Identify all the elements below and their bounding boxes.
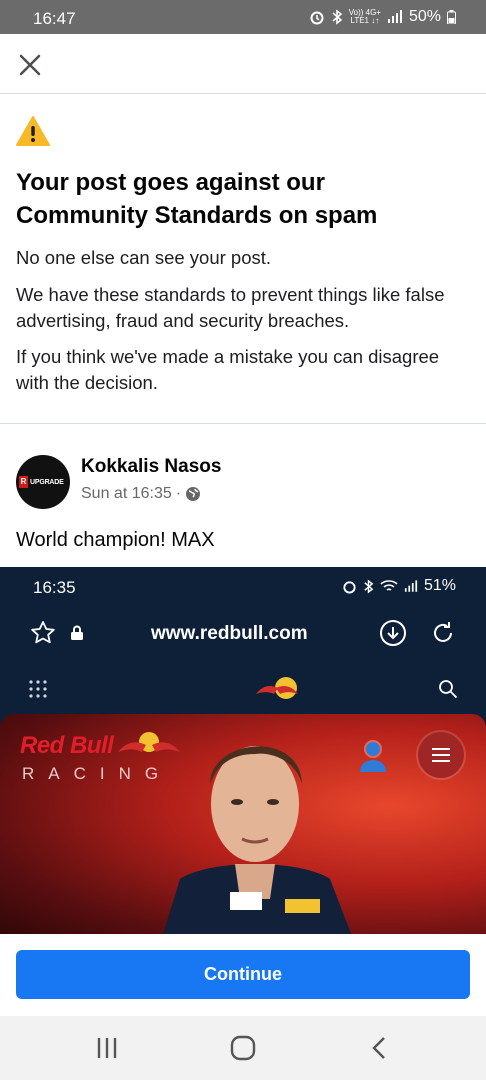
- post-meta: Sun at 16:35 ·: [81, 485, 201, 503]
- notice-line-2: We have these standards to prevent thing…: [16, 284, 445, 331]
- account-icon: [360, 740, 386, 772]
- search-icon: [439, 680, 458, 699]
- grid-icon: [29, 680, 47, 698]
- divider: [0, 423, 486, 424]
- image-signal-icon: [404, 579, 418, 592]
- dialog-header: [0, 34, 486, 94]
- battery-icon: [447, 10, 456, 24]
- battery-percent: 50%: [408, 8, 441, 25]
- star-icon: [31, 621, 55, 644]
- continue-button[interactable]: Continue: [16, 950, 470, 999]
- notice-title: Your post goes against our Community Sta…: [16, 169, 378, 229]
- brand-name: Red Bull: [20, 732, 114, 759]
- menu-icon: [432, 748, 450, 762]
- post-author[interactable]: Kokkalis Nasos: [81, 456, 221, 478]
- redbull-hero: Red Bull RACING: [0, 714, 486, 934]
- post-image[interactable]: 16:35 51% www.redbull.com Red Bull RACIN…: [0, 567, 486, 934]
- back-icon[interactable]: [364, 1034, 394, 1062]
- image-alarm-icon: [343, 580, 356, 594]
- avatar-logo: R UPGRADE: [19, 476, 64, 488]
- post-timestamp[interactable]: Sun at 16:35: [81, 485, 172, 503]
- warning-icon: [16, 116, 50, 146]
- network-indicator: Vo)) 4G+ LTE1 ↓↑: [348, 8, 381, 25]
- refresh-icon: [434, 622, 452, 642]
- image-status-time: 16:35: [33, 578, 76, 597]
- driver-portrait: [163, 746, 352, 934]
- home-icon[interactable]: [228, 1034, 258, 1062]
- navigation-bar: [0, 1016, 486, 1080]
- lock-icon: [71, 625, 83, 640]
- image-url: www.redbull.com: [151, 623, 308, 644]
- image-bluetooth-icon: [364, 579, 374, 593]
- image-wifi-icon: [380, 580, 398, 591]
- close-icon[interactable]: [16, 51, 44, 79]
- image-status-icons: 51%: [342, 577, 456, 595]
- meta-separator: ·: [175, 485, 182, 502]
- recents-icon[interactable]: [92, 1034, 122, 1062]
- notice-line-3: If you think we've made a mistake you ca…: [16, 346, 440, 393]
- signal-icon: [387, 10, 402, 23]
- image-battery-percent: 51%: [423, 577, 456, 594]
- image-menu-button: [418, 732, 464, 778]
- status-bar: 16:47 Vo)) 4G+ LTE1 ↓↑ 50%: [0, 0, 486, 34]
- download-icon: [380, 620, 406, 646]
- globe-icon: [186, 487, 201, 501]
- status-time: 16:47: [33, 9, 76, 28]
- post-text: World champion! MAX: [16, 529, 215, 551]
- continue-area: Continue: [0, 934, 486, 1016]
- avatar[interactable]: R UPGRADE: [16, 455, 70, 509]
- status-icons: Vo)) 4G+ LTE1 ↓↑ 50%: [309, 8, 456, 26]
- redbull-logo-icon: [256, 677, 298, 699]
- notice-line-1: No one else can see your post.: [16, 247, 272, 268]
- bluetooth-icon: [332, 9, 342, 25]
- alarm-icon: [310, 11, 324, 25]
